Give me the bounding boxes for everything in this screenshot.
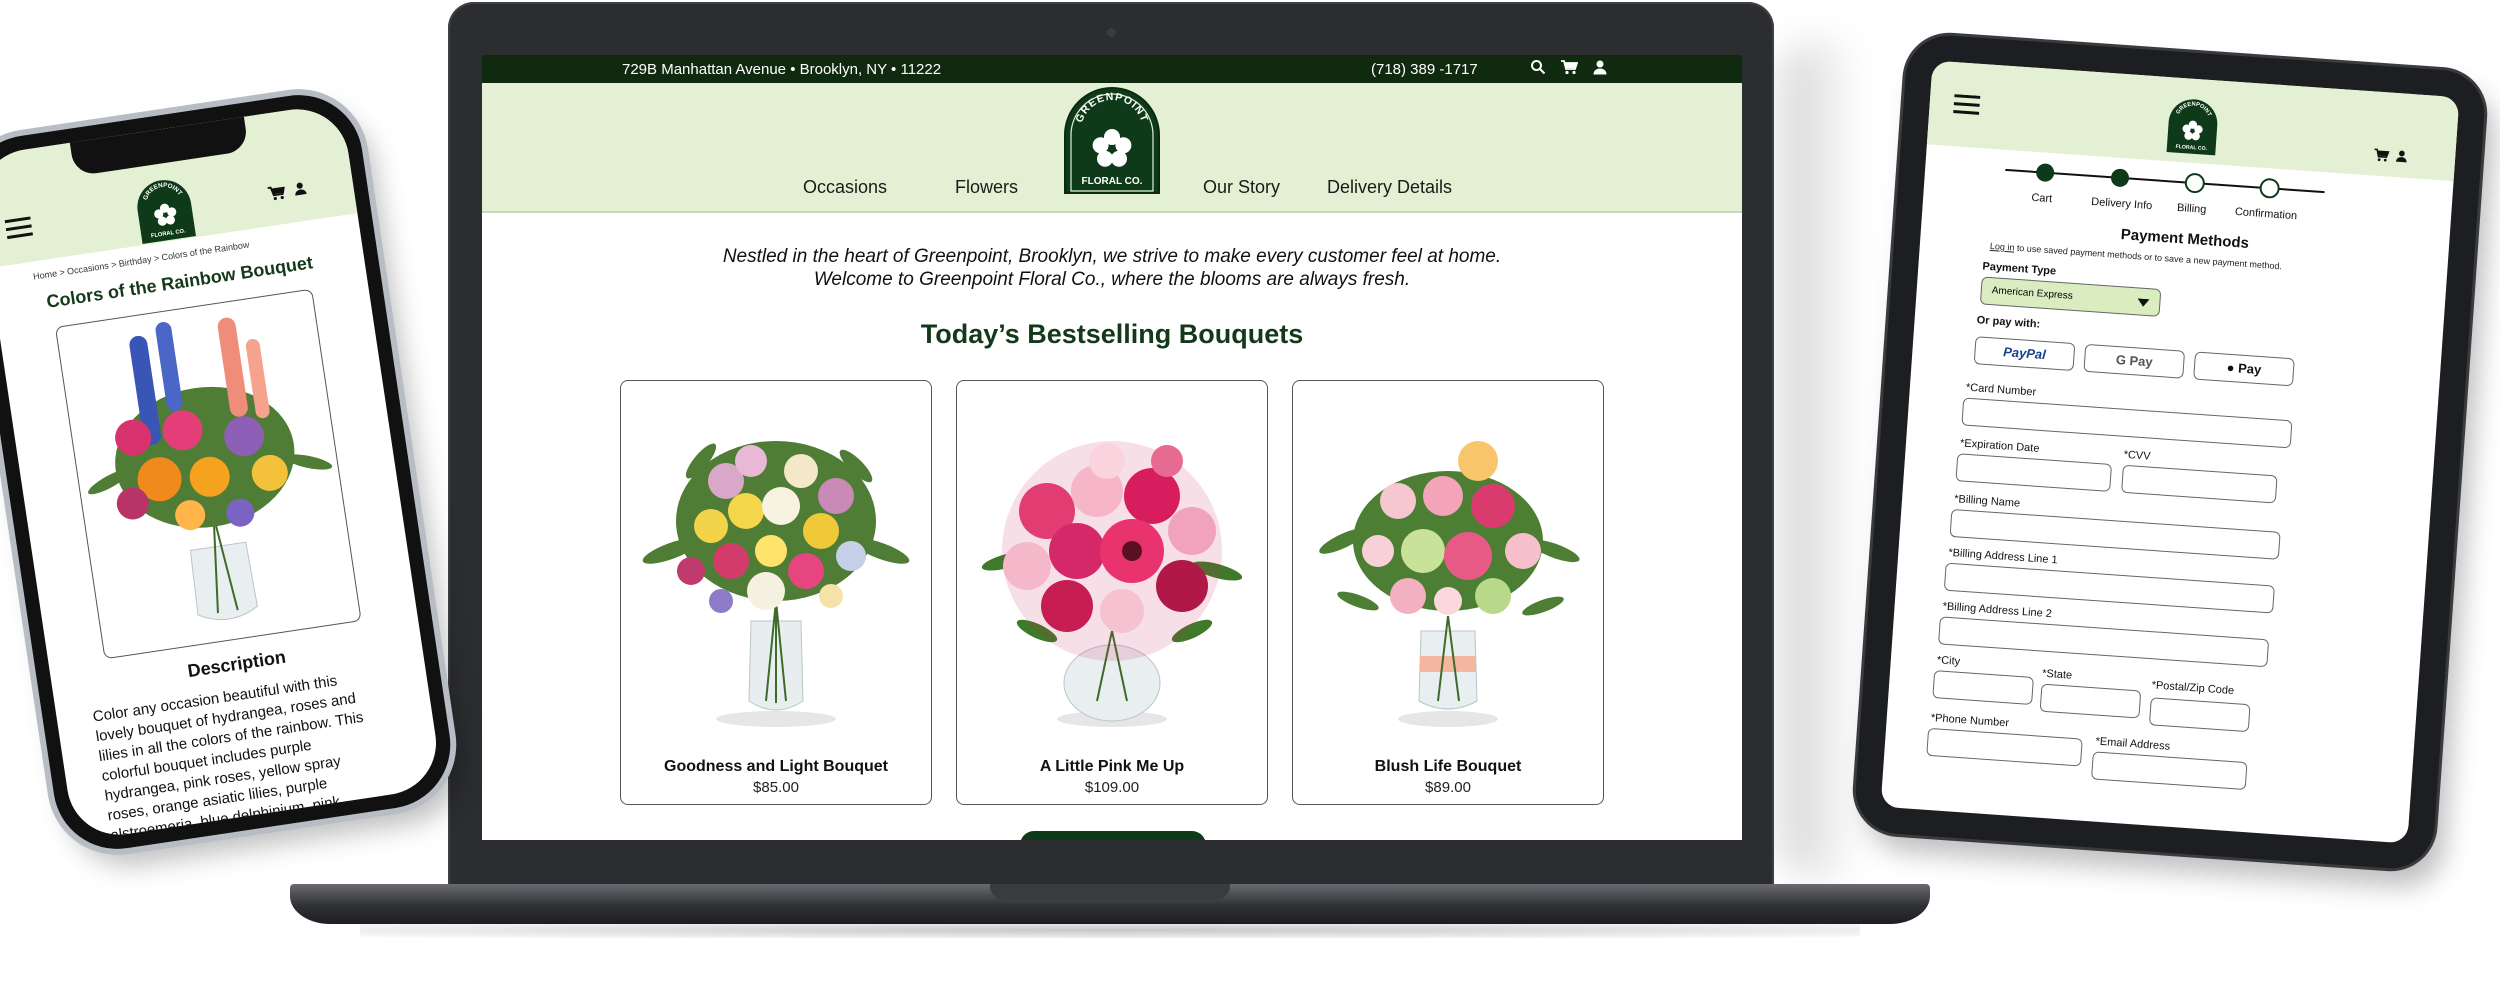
- laptop-shadow: [1780, 40, 1860, 880]
- phone-number-label: *Phone Number: [1930, 711, 2010, 730]
- product-card[interactable]: Goodness and Light Bouquet $85.00: [620, 380, 932, 805]
- product-image: [1319, 441, 1580, 727]
- zip-label: *Postal/Zip Code: [2151, 679, 2235, 698]
- login-link[interactable]: Log in: [1990, 241, 2015, 253]
- bestsellers-heading: Today’s Bestselling Bouquets: [920, 319, 1304, 349]
- user-icon[interactable]: [292, 180, 308, 196]
- laptop-floor-shadow: [360, 922, 1860, 938]
- product-card[interactable]: A Little Pink Me Up $109.00: [956, 380, 1268, 805]
- cart-icon[interactable]: [266, 184, 286, 202]
- address-line-2-field[interactable]: [1938, 616, 2270, 668]
- product-name[interactable]: Goodness and Light Bouquet: [621, 758, 931, 776]
- product-price: $85.00: [753, 779, 799, 796]
- billing-name-label: *Billing Name: [1953, 493, 2021, 510]
- cart-icon[interactable]: [2373, 147, 2390, 162]
- product-image-card: [54, 288, 362, 660]
- camera-icon: [1107, 28, 1116, 37]
- city-label: *City: [1936, 654, 1961, 668]
- step-confirmation-dot: [2259, 178, 2280, 199]
- greenpoint-logo[interactable]: GREENPOINT FLORAL CO.: [1063, 87, 1161, 195]
- phone-number-field[interactable]: [1926, 727, 2083, 767]
- product-price: $89.00: [1425, 779, 1471, 796]
- stage: 729B Manhattan Avenue • Brooklyn, NY • 1…: [0, 0, 2500, 986]
- email-label: *Email Address: [2095, 735, 2171, 753]
- payment-type-select[interactable]: American Express: [1979, 276, 2162, 317]
- state-field[interactable]: [2039, 683, 2142, 719]
- nav-delivery-details[interactable]: Delivery Details: [1327, 177, 1452, 198]
- site-header: GREENPOINT FLORAL CO. Occasions Flowers …: [482, 83, 1742, 213]
- logo-sub-text: FLORAL CO.: [1082, 176, 1143, 187]
- step-cart[interactable]: Cart: [2031, 192, 2053, 205]
- user-icon[interactable]: [1592, 59, 1608, 75]
- top-info-bar: 729B Manhattan Avenue • Brooklyn, NY • 1…: [482, 55, 1742, 83]
- email-field[interactable]: [2090, 751, 2248, 791]
- payment-type-label: Payment Type: [1982, 260, 2057, 278]
- phone-device: GREENPOINT FLORAL CO. Home > Occasions >…: [0, 86, 460, 858]
- product-name[interactable]: Blush Life Bouquet: [1293, 758, 1603, 776]
- menu-icon[interactable]: [1953, 94, 1981, 116]
- phone-screen: GREENPOINT FLORAL CO. Home > Occasions >…: [0, 102, 444, 842]
- greenpoint-logo[interactable]: GREENPOINT FLORAL CO.: [129, 175, 201, 246]
- apple-pay-button[interactable]: ● Pay: [2193, 351, 2295, 387]
- card-number-label: *Card Number: [1965, 381, 2037, 399]
- product-price: $109.00: [1084, 779, 1140, 796]
- greenpoint-logo[interactable]: GREENPOINT FLORAL CO.: [2165, 97, 2221, 156]
- cart-icon[interactable]: [1560, 59, 1578, 75]
- cvv-field[interactable]: [2121, 464, 2278, 504]
- expiration-field[interactable]: [1955, 453, 2113, 492]
- tablet-device: GREENPOINT FLORAL CO. Cart Delivery Info…: [1852, 32, 2488, 872]
- header-icons: [1530, 59, 1608, 75]
- nav-flowers[interactable]: Flowers: [955, 177, 1018, 198]
- cta-button-partial[interactable]: [1020, 831, 1206, 840]
- step-cart-dot: [2036, 163, 2055, 182]
- tagline-line-1: Nestled in the heart of Greenpoint, Broo…: [722, 246, 1502, 267]
- product-image: [642, 441, 910, 727]
- store-address: 729B Manhattan Avenue • Brooklyn, NY • 1…: [622, 61, 942, 78]
- laptop-hinge-notch: [990, 884, 1230, 900]
- chevron-down-icon: [2137, 298, 2150, 307]
- product-card[interactable]: Blush Life Bouquet $89.00: [1292, 380, 1604, 805]
- google-pay-button[interactable]: G Pay: [2083, 343, 2186, 379]
- zip-field[interactable]: [2148, 697, 2251, 733]
- city-field[interactable]: [1932, 670, 2034, 705]
- tablet-screen: GREENPOINT FLORAL CO. Cart Delivery Info…: [1880, 60, 2460, 844]
- user-icon[interactable]: [2395, 149, 2409, 163]
- or-pay-with-label: Or pay with:: [1976, 314, 2041, 331]
- paypal-button[interactable]: PayPal: [1973, 336, 2076, 372]
- step-delivery-dot: [2111, 168, 2130, 187]
- search-icon[interactable]: [1530, 59, 1546, 75]
- cvv-label: *CVV: [2123, 448, 2151, 463]
- state-label: *State: [2041, 667, 2073, 682]
- laptop-screen: 729B Manhattan Avenue • Brooklyn, NY • 1…: [482, 55, 1742, 840]
- product-image: [88, 317, 333, 621]
- tagline-line-2: Welcome to Greenpoint Floral Co., where …: [813, 269, 1411, 290]
- product-image: [981, 441, 1243, 727]
- nav-occasions[interactable]: Occasions: [803, 177, 887, 198]
- nav-our-story[interactable]: Our Story: [1203, 177, 1280, 198]
- expiration-label: *Expiration Date: [1959, 437, 2040, 455]
- product-name[interactable]: A Little Pink Me Up: [957, 758, 1267, 776]
- step-billing-dot: [2184, 173, 2205, 194]
- store-phone[interactable]: (718) 389 -1717: [1371, 61, 1478, 78]
- step-billing[interactable]: Billing: [2177, 202, 2207, 216]
- menu-icon[interactable]: [4, 215, 34, 241]
